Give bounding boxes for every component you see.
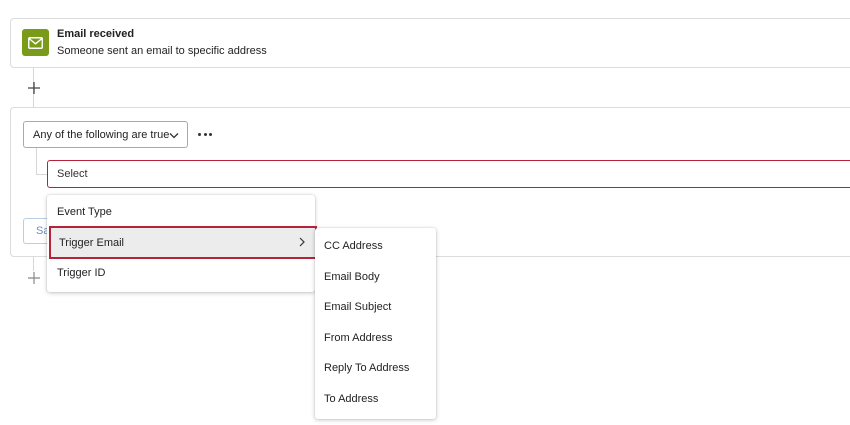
submenu-item-label: Email Subject (324, 301, 392, 313)
logic-select-value: Any of the following are true (33, 128, 170, 141)
menu-item-label: Trigger Email (59, 236, 124, 249)
field-dropdown-menu: Event Type Trigger Email Trigger ID (47, 195, 317, 292)
menu-item-trigger-email[interactable]: Trigger Email (49, 226, 317, 259)
menu-item-label: Event Type (57, 206, 112, 218)
submenu-item-to-address[interactable]: To Address (315, 384, 436, 414)
submenu-item-reply-to-address[interactable]: Reply To Address (315, 353, 436, 383)
chevron-right-icon (299, 237, 305, 250)
trigger-card[interactable]: Email received Someone sent an email to … (10, 18, 850, 68)
add-step-plus-icon[interactable] (27, 271, 41, 285)
trigger-email-submenu: CC Address Email Body Email Subject From… (315, 228, 436, 419)
condition-select-field[interactable]: Select (47, 160, 850, 188)
submenu-item-label: Reply To Address (324, 362, 410, 374)
submenu-item-email-subject[interactable]: Email Subject (315, 292, 436, 322)
submenu-item-email-body[interactable]: Email Body (315, 262, 436, 292)
submenu-item-label: CC Address (324, 240, 383, 252)
chevron-down-icon (169, 130, 179, 142)
menu-item-event-type[interactable]: Event Type (47, 197, 315, 227)
connector-line (33, 257, 34, 271)
trigger-title: Email received (57, 28, 135, 40)
submenu-item-cc-address[interactable]: CC Address (315, 231, 436, 261)
submenu-item-from-address[interactable]: From Address (315, 323, 436, 353)
more-options-icon[interactable] (196, 126, 214, 142)
envelope-icon (22, 29, 49, 56)
trigger-description: Someone sent an email to specific addres… (57, 45, 267, 57)
submenu-item-label: Email Body (324, 271, 380, 283)
add-step-plus-icon[interactable] (27, 81, 41, 95)
logic-select-dropdown[interactable]: Any of the following are true (23, 121, 188, 148)
branch-line (36, 174, 47, 175)
submenu-item-label: To Address (324, 393, 379, 405)
menu-item-trigger-id[interactable]: Trigger ID (47, 258, 315, 288)
menu-item-label: Trigger ID (57, 267, 106, 279)
select-placeholder: Select (57, 168, 88, 180)
submenu-item-label: From Address (324, 332, 393, 344)
branch-line (36, 148, 37, 174)
